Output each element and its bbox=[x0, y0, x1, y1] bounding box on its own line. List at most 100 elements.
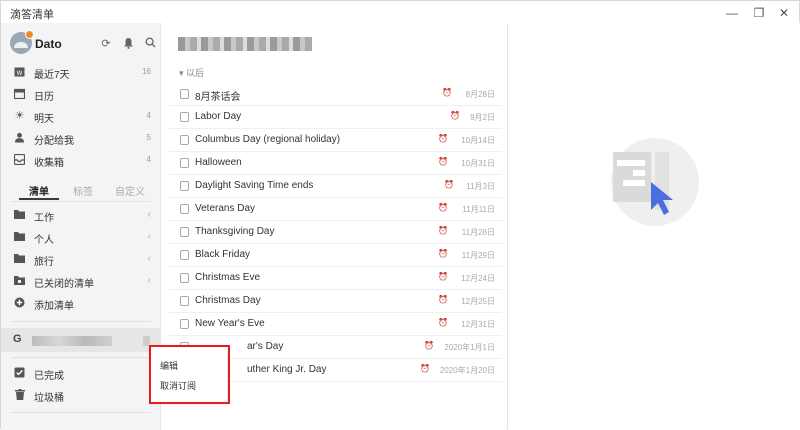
minimize-icon[interactable]: — bbox=[723, 5, 741, 21]
add-list-label: 添加清单 bbox=[34, 301, 74, 312]
search-icon[interactable] bbox=[143, 37, 157, 51]
restore-icon[interactable]: ❐ bbox=[750, 5, 768, 21]
nav-count: 4 bbox=[146, 111, 151, 120]
folder-work[interactable]: 工作 ‹ bbox=[1, 205, 161, 227]
trash-icon bbox=[13, 389, 26, 402]
alarm-clock-icon: ⏰ bbox=[438, 157, 448, 166]
calendar-icon bbox=[13, 88, 26, 101]
chevron-left-icon[interactable]: ‹ bbox=[148, 231, 151, 242]
task-title[interactable]: 8月茶话会 bbox=[195, 88, 241, 103]
task-row[interactable]: Christmas Day ⏰ 12月25日 bbox=[169, 290, 502, 313]
folder-label: 个人 bbox=[34, 235, 54, 246]
nav-calendar[interactable]: 日历 bbox=[1, 84, 161, 106]
calendar-7-icon: W bbox=[13, 66, 26, 79]
redacted-calendar-name bbox=[32, 336, 112, 346]
nav-assigned-to-me[interactable]: 分配给我 5 bbox=[1, 128, 161, 150]
tab-custom[interactable]: 自定义 bbox=[115, 183, 145, 198]
section-header-later[interactable]: ▾ 以后 bbox=[179, 66, 204, 79]
chevron-left-icon[interactable]: ‹ bbox=[148, 209, 151, 220]
tab-lists[interactable]: 清单 bbox=[29, 183, 49, 198]
task-row[interactable]: New Year's Eve ⏰ 12月31日 bbox=[169, 313, 502, 336]
divider bbox=[11, 412, 151, 413]
divider bbox=[11, 357, 151, 358]
chevron-left-icon[interactable]: ‹ bbox=[148, 275, 151, 286]
task-date: 12月31日 bbox=[461, 320, 495, 329]
task-checkbox[interactable] bbox=[180, 273, 189, 283]
bell-icon[interactable] bbox=[121, 37, 135, 51]
folder-travel[interactable]: 旅行 ‹ bbox=[1, 249, 161, 271]
task-checkbox[interactable] bbox=[180, 135, 189, 145]
task-row[interactable]: Christmas Eve ⏰ 12月24日 bbox=[169, 267, 502, 290]
app-title: 滴答清单 bbox=[10, 9, 54, 21]
task-title[interactable]: Christmas Eve bbox=[195, 272, 260, 283]
task-checkbox[interactable] bbox=[180, 319, 189, 329]
close-icon[interactable]: ✕ bbox=[775, 5, 793, 21]
add-list-button[interactable]: 添加清单 bbox=[1, 293, 161, 315]
folder-closed-lists[interactable]: 已关闭的清单 ‹ bbox=[1, 271, 161, 293]
nav-count: 16 bbox=[142, 67, 151, 76]
task-title[interactable]: Labor Day bbox=[195, 111, 241, 122]
divider bbox=[11, 201, 151, 202]
sync-icon[interactable]: ⟳ bbox=[99, 37, 113, 51]
nav-recent-7-days[interactable]: W 最近7天 16 bbox=[1, 62, 161, 84]
task-title[interactable]: Veterans Day bbox=[195, 203, 255, 214]
task-checkbox[interactable] bbox=[180, 112, 189, 122]
task-title[interactable]: Christmas Day bbox=[195, 295, 261, 306]
subscribed-calendar-item[interactable]: G bbox=[1, 328, 161, 352]
task-title[interactable]: Halloween bbox=[195, 157, 242, 168]
nav-tomorrow[interactable]: ☀ 明天 4 bbox=[1, 106, 161, 128]
task-row[interactable]: Veterans Day ⏰ 11月11日 bbox=[169, 198, 502, 221]
caret-down-icon: ▾ bbox=[179, 68, 184, 78]
task-date: 11月11日 bbox=[462, 205, 495, 214]
task-date: 9月2日 bbox=[470, 113, 495, 122]
inbox-icon bbox=[13, 153, 26, 167]
task-date: 11月28日 bbox=[461, 228, 495, 237]
nav-label: 已完成 bbox=[34, 371, 64, 382]
nav-completed[interactable]: 已完成 bbox=[1, 363, 161, 385]
task-title[interactable]: Daylight Saving Time ends bbox=[195, 180, 313, 191]
nav-label: 收集箱 bbox=[34, 158, 64, 169]
nav-trash[interactable]: 垃圾桶 bbox=[1, 385, 161, 407]
sunrise-icon: ☀ bbox=[14, 110, 25, 122]
task-row[interactable]: Columbus Day (regional holiday) ⏰ 10月14日 bbox=[169, 129, 502, 152]
task-row[interactable]: Daylight Saving Time ends ⏰ 11月3日 bbox=[169, 175, 502, 198]
task-row[interactable]: Labor Day ⏰ 9月2日 bbox=[169, 106, 502, 129]
task-checkbox[interactable] bbox=[180, 181, 189, 191]
chevron-left-icon[interactable]: ‹ bbox=[148, 253, 151, 264]
task-title[interactable]: Columbus Day (regional holiday) bbox=[195, 134, 340, 145]
sidebar: Dato ⟳ W 最近7天 16 日历 ☀ 明天 4 分配给我 5 收集箱 4 … bbox=[1, 23, 161, 430]
archive-folder-icon bbox=[13, 275, 26, 288]
nav-count: 5 bbox=[146, 133, 151, 142]
task-title[interactable]: New Year's Eve bbox=[195, 318, 265, 329]
task-title[interactable]: uther King Jr. Day bbox=[247, 364, 326, 375]
active-tab-indicator bbox=[19, 198, 59, 200]
user-row[interactable]: Dato ⟳ bbox=[1, 30, 161, 57]
task-checkbox[interactable] bbox=[180, 89, 189, 99]
task-checkbox[interactable] bbox=[180, 204, 189, 214]
task-row[interactable]: Thanksgiving Day ⏰ 11月28日 bbox=[169, 221, 502, 244]
tab-tags[interactable]: 标签 bbox=[73, 183, 93, 198]
alarm-clock-icon: ⏰ bbox=[438, 295, 448, 304]
folder-personal[interactable]: 个人 ‹ bbox=[1, 227, 161, 249]
task-row[interactable]: Halloween ⏰ 10月31日 bbox=[169, 152, 502, 175]
empty-state-illustration bbox=[611, 138, 699, 226]
username: Dato bbox=[35, 37, 62, 51]
task-title[interactable]: Thanksgiving Day bbox=[195, 226, 274, 237]
task-title[interactable]: Black Friday bbox=[195, 249, 250, 260]
task-checkbox[interactable] bbox=[180, 158, 189, 168]
check-square-icon bbox=[13, 367, 26, 380]
task-row[interactable]: 8月茶话会 ⏰ 8月28日 bbox=[169, 83, 502, 106]
add-circle-icon bbox=[13, 297, 26, 310]
notification-badge bbox=[25, 30, 34, 39]
task-checkbox[interactable] bbox=[180, 250, 189, 260]
task-checkbox[interactable] bbox=[180, 227, 189, 237]
alarm-clock-icon: ⏰ bbox=[438, 318, 448, 327]
google-icon: G bbox=[13, 333, 22, 345]
nav-inbox[interactable]: 收集箱 4 bbox=[1, 150, 161, 172]
highlight-box bbox=[149, 345, 230, 404]
folder-icon bbox=[13, 253, 26, 266]
task-row[interactable]: Black Friday ⏰ 11月29日 bbox=[169, 244, 502, 267]
task-date: 12月25日 bbox=[461, 297, 495, 306]
task-title[interactable]: ar's Day bbox=[247, 341, 283, 352]
task-checkbox[interactable] bbox=[180, 296, 189, 306]
